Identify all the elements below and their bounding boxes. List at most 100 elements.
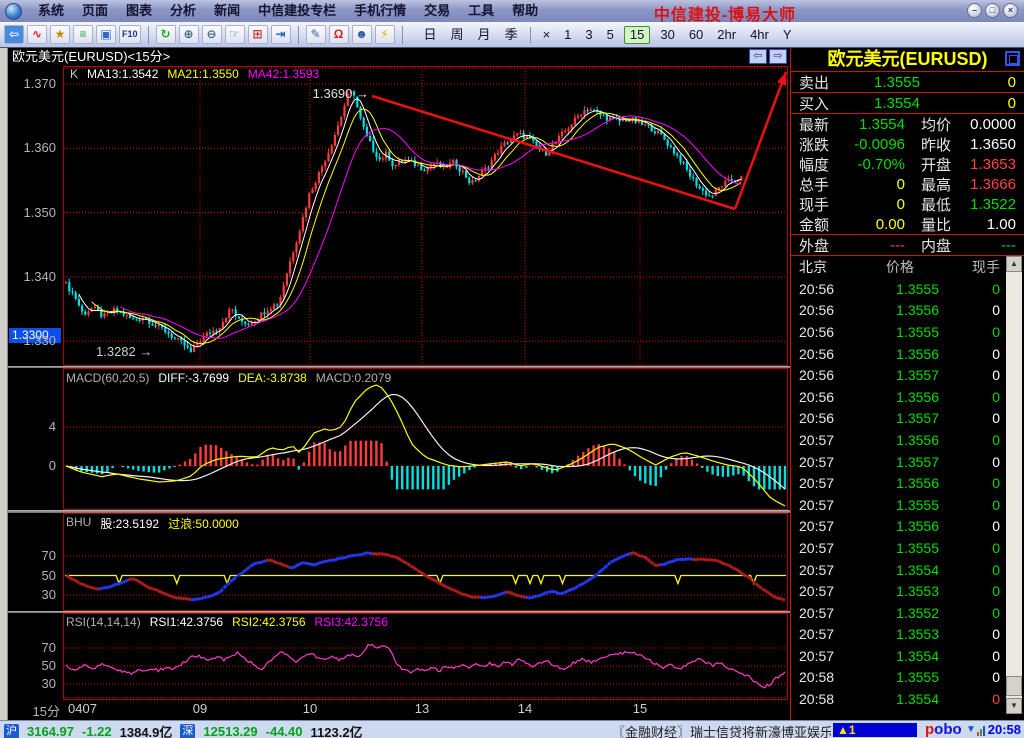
menu-help[interactable]: 帮助 [503,0,547,22]
scroll-up-button[interactable]: ▲ [1006,256,1022,272]
period-month[interactable]: 月 [471,25,498,45]
axis-tick: 70 [41,640,56,655]
menu-system[interactable]: 系统 [29,0,73,22]
period-5min[interactable]: 5 [600,25,621,45]
zoom-out-icon[interactable]: ⊖ [201,25,222,44]
close-button[interactable]: × [1003,3,1018,18]
tape-price: 1.3556 [896,388,939,405]
stats-row: 幅度 -0.70% 开盘 1.3653 [791,154,1024,174]
alert-box[interactable]: ▲1 [833,723,917,737]
lightning-icon[interactable]: ⚡ [374,25,395,44]
star-icon[interactable]: ★ [50,25,70,44]
period-15min[interactable]: 15 [623,25,651,44]
toolbar-divider [529,26,531,43]
app-logo-icon[interactable] [5,2,22,20]
alert-count: ▲1 [837,723,856,737]
period-day[interactable]: 日 [417,25,444,45]
maximize-quote-button[interactable] [1005,51,1020,66]
panel-splitter[interactable] [8,366,790,368]
period-2hr[interactable]: 2hr [710,25,743,45]
stat-label: 内盘 [921,237,952,255]
sh-index-badge[interactable]: 沪 [4,724,19,738]
stat-value: 1.3554 [859,115,905,133]
ask-row: 买入 1.3554 0 [791,93,1024,113]
stat-value: 1.3666 [970,175,1016,193]
quote-price: 1.3555 [874,73,920,91]
stat-label: 均价 [921,116,952,134]
period-week[interactable]: 周 [444,25,471,45]
stat-value: 1.00 [986,215,1016,233]
period-quarter[interactable]: 季 [498,25,525,45]
menu-mobile-quotes[interactable]: 手机行情 [345,0,415,22]
menu-trade[interactable]: 交易 [415,0,459,22]
menu-analysis[interactable]: 分析 [161,0,205,22]
axis-tick: 1.370 [23,76,56,91]
sz-index-badge[interactable]: 深 [180,724,196,738]
macd-chart[interactable] [63,368,788,510]
panel-splitter[interactable] [8,510,790,513]
back-icon[interactable]: ⇦ [4,25,24,44]
period-tick[interactable]: × [536,25,558,45]
tape-time: 20:57 [799,626,835,643]
status-clock: 20:58 [987,722,1021,737]
tape-price: 1.3552 [896,604,939,621]
menu-chart[interactable]: 图表 [117,0,161,22]
scroll-down-button[interactable]: ▼ [1006,698,1022,714]
tape-price: 1.3554 [896,561,939,578]
toolbar-divider [147,25,149,44]
axis-tick: 1.330 [23,333,56,349]
quote-symbol-text: 欧元美元(EURUSD) [827,49,988,69]
monitor-icon[interactable]: ▣ [96,25,116,44]
time-tick: 14 [517,701,533,716]
window-switch-icon[interactable]: ⊞ [247,25,268,44]
goto-icon[interactable]: ⇥ [270,25,291,44]
period-30min[interactable]: 30 [653,25,681,45]
pencil-icon[interactable]: ✎ [305,25,326,44]
indicator-k-label: K [70,67,79,81]
panel-splitter[interactable] [8,611,790,613]
app-window: 系统 页面 图表 分析 新闻 中信建投专栏 手机行情 交易 工具 帮助 中信建投-博易大师 – □ ×… [0,0,1024,738]
period-year[interactable]: Y [776,25,799,45]
period-4hr[interactable]: 4hr [743,25,776,45]
zoom-in-icon[interactable]: ⊕ [178,25,199,44]
tape-scrollbar[interactable]: ▲ ▼ [1006,256,1022,714]
f10-icon[interactable]: F10 [119,25,141,44]
menu-news[interactable]: 新闻 [205,0,249,22]
refresh-icon[interactable]: ↻ [155,25,176,44]
period-60min[interactable]: 60 [682,25,710,45]
tape-col-header: 北京 [799,259,827,275]
quote-list-icon[interactable]: ≡ [73,25,93,44]
stat-value: -0.70% [857,155,905,173]
stat-label: 最新 [799,116,830,134]
minimize-button[interactable]: – [967,3,982,18]
menu-tools[interactable]: 工具 [459,0,503,22]
axis-tick: 1.360 [23,140,56,156]
bell-icon[interactable]: Ω [328,25,349,44]
stats-row: 涨跌 -0.0096 昨收 1.3650 [791,134,1024,154]
period-3min[interactable]: 3 [578,25,599,45]
stat-value: 1.3522 [970,195,1016,213]
bhu-name: BHU [66,515,92,529]
candlestick-chart[interactable] [63,66,788,366]
quote-label: 买入 [799,95,830,113]
hand-icon[interactable]: ☞ [224,25,245,44]
prev-contract-button[interactable]: ⇦ [749,49,767,64]
menu-zxjt-column[interactable]: 中信建投专栏 [249,0,345,22]
quote-qty: 0 [1007,94,1016,112]
next-contract-button[interactable]: ⇨ [769,49,787,64]
tape-time: 20:57 [799,475,835,492]
low-price-label: 1.3282 → [96,344,153,359]
tape-row: 20:57 1.3556 0 [791,429,1024,451]
tape-price: 1.3556 [896,345,939,362]
menu-page[interactable]: 页面 [73,0,117,22]
scroll-thumb[interactable] [1006,676,1022,696]
kline-chart-icon[interactable]: ∿ [27,25,47,44]
ma-header: K MA13:1.3542 MA21:1.3550 MA42:1.3593 [70,67,319,81]
tape-time: 20:57 [799,604,835,621]
news-ticker[interactable]: 〖金融财经〗瑞士信贷将新濠博亚娱乐有限 [612,722,831,738]
restore-button[interactable]: □ [985,3,1000,18]
users-icon[interactable]: ☻ [351,25,372,44]
signal-icon: ▼ [966,723,985,736]
period-1min[interactable]: 1 [557,25,578,45]
tape-time: 20:57 [799,539,835,556]
